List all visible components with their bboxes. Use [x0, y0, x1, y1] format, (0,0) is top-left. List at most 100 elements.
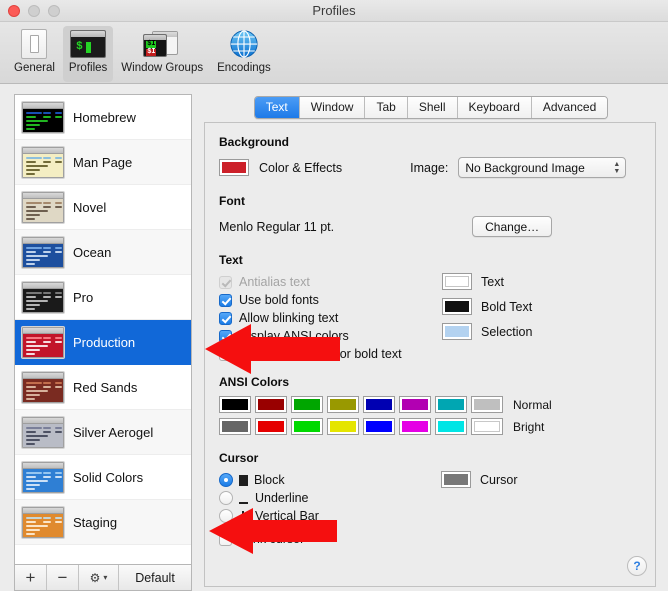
profile-row[interactable]: Novel — [15, 185, 191, 230]
ansi-color-swatch[interactable] — [435, 418, 467, 435]
profile-list[interactable]: Homebrew Man Page Novel Ocean Pro Production R… — [14, 94, 192, 564]
background-image-value: No Background Image — [465, 160, 585, 175]
toolbar-label-window-groups: Window Groups — [121, 62, 204, 74]
profile-row[interactable]: Pro — [15, 275, 191, 320]
ansi-color-swatch[interactable] — [471, 396, 503, 413]
checkbox-icon[interactable] — [219, 329, 232, 343]
help-button[interactable]: ? — [627, 556, 647, 576]
ansi-color-swatch[interactable] — [291, 396, 323, 413]
ansi-color-swatch[interactable] — [471, 418, 503, 435]
cursor-color-swatch[interactable] — [441, 471, 471, 488]
cursor-color-label: Cursor — [480, 472, 518, 487]
checkbox-icon[interactable] — [219, 532, 232, 546]
remove-profile-button[interactable]: − — [47, 565, 79, 590]
tab-text[interactable]: Text — [254, 97, 300, 118]
ansi-color-swatch[interactable] — [255, 418, 287, 435]
profile-name: Silver Aerogel — [73, 424, 154, 440]
tab-advanced[interactable]: Advanced — [531, 97, 608, 118]
ansi-color-swatch[interactable] — [255, 396, 287, 413]
gear-icon: ⚙ — [89, 570, 101, 585]
tab-shell[interactable]: Shell — [407, 97, 458, 118]
text-option-row[interactable]: Allow blinking text — [219, 311, 434, 325]
profile-row[interactable]: Solid Colors — [15, 455, 191, 500]
cursor-style-row[interactable]: Vertical Bar — [219, 509, 419, 523]
tab-window[interactable]: Window — [299, 97, 366, 118]
profile-row[interactable]: Red Sands — [15, 365, 191, 410]
text-option-row[interactable]: Use bright colors for bold text — [219, 347, 434, 361]
checkbox-icon[interactable] — [219, 347, 232, 361]
title-bar: Profiles — [0, 0, 668, 22]
text-option-row[interactable]: Display ANSI colors — [219, 329, 434, 343]
checkbox-icon[interactable] — [219, 293, 232, 307]
text-section-title: Text — [219, 253, 243, 267]
radio-button-icon[interactable] — [219, 473, 233, 487]
window-title: Profiles — [312, 3, 356, 18]
color-swatch[interactable] — [442, 323, 472, 340]
background-color-label: Color & Effects — [259, 160, 343, 175]
profile-row[interactable]: Silver Aerogel — [15, 410, 191, 455]
ansi-color-swatch[interactable] — [435, 396, 467, 413]
cursor-style-row[interactable]: Underline — [219, 491, 419, 505]
ansi-color-swatch[interactable] — [291, 418, 323, 435]
color-swatch-label: Bold Text — [481, 299, 533, 314]
profile-detail-pane: Text Window Tab Shell Keyboard Advanced Backg… — [204, 94, 658, 591]
profile-thumbnail — [22, 281, 64, 313]
profile-row[interactable]: Man Page — [15, 140, 191, 185]
background-color-swatch[interactable] — [219, 159, 249, 176]
tab-keyboard[interactable]: Keyboard — [457, 97, 532, 118]
cursor-shape-icon — [239, 474, 248, 486]
profile-row[interactable]: Staging — [15, 500, 191, 545]
color-swatch-label: Selection — [481, 324, 533, 339]
blink-cursor-label: Blink cursor — [239, 532, 305, 546]
ansi-color-swatch[interactable] — [219, 418, 251, 435]
text-option-label: Allow blinking text — [239, 311, 339, 325]
text-color-group: Text Bold Text Selection — [442, 273, 532, 348]
toolbar-label-general: General — [14, 62, 55, 74]
toolbar-item-encodings[interactable]: Encodings — [211, 26, 277, 74]
add-profile-button[interactable]: + — [15, 565, 47, 590]
profile-thumbnail — [22, 326, 64, 358]
ansi-color-swatch[interactable] — [327, 418, 359, 435]
toolbar-item-window-groups[interactable]: $I $I$I Window Groups — [115, 26, 209, 74]
preferences-body: Homebrew Man Page Novel Ocean Pro Production R… — [0, 84, 668, 591]
checkbox-icon[interactable] — [219, 311, 232, 325]
ansi-color-swatch[interactable] — [363, 396, 395, 413]
cursor-style-label: Block — [254, 473, 285, 487]
ansi-color-swatch[interactable] — [399, 396, 431, 413]
profile-thumbnail — [22, 101, 64, 133]
profile-actions-menu-button[interactable]: ⚙ ▾ — [79, 565, 119, 590]
change-font-button[interactable]: Change… — [472, 216, 553, 237]
toolbar-item-general[interactable]: General — [8, 26, 61, 74]
cursor-style-label: Vertical Bar — [255, 509, 319, 523]
ansi-color-swatch[interactable] — [399, 418, 431, 435]
radio-button-icon[interactable] — [219, 509, 233, 523]
profile-row[interactable]: Homebrew — [15, 95, 191, 140]
profile-list-toolbar: + − ⚙ ▾ Default — [14, 564, 192, 591]
checkbox-icon[interactable] — [219, 275, 232, 289]
cursor-style-row[interactable]: Block — [219, 473, 419, 487]
ansi-color-swatch[interactable] — [219, 396, 251, 413]
color-swatch[interactable] — [442, 298, 472, 315]
ansi-color-swatch[interactable] — [327, 396, 359, 413]
cursor-color-item: Cursor — [441, 471, 518, 488]
ansi-row-label: Normal — [513, 397, 552, 412]
ansi-color-grid: Normal Bright — [219, 396, 641, 435]
toolbar-item-profiles[interactable]: $ Profiles — [62, 26, 114, 82]
general-icon — [21, 28, 48, 60]
toolbar-label-encodings: Encodings — [217, 62, 271, 74]
cursor-style-group: Block Underline Vertical Bar Blink cursor — [219, 469, 419, 546]
blink-cursor-row[interactable]: Blink cursor — [219, 532, 419, 546]
set-default-profile-button[interactable]: Default — [119, 565, 191, 590]
text-option-label: Display ANSI colors — [239, 329, 349, 343]
background-image-popup[interactable]: No Background Image ▲ ▼ — [458, 157, 627, 178]
ansi-color-swatch[interactable] — [363, 418, 395, 435]
profiles-preferences-window: Profiles General $ Profiles $I $I$I Wind… — [0, 0, 668, 591]
radio-button-icon[interactable] — [219, 491, 233, 505]
profile-row[interactable]: Production — [15, 320, 191, 365]
tab-tab[interactable]: Tab — [365, 97, 408, 118]
font-value-label: Menlo Regular 11 pt. — [219, 219, 335, 234]
color-swatch[interactable] — [442, 273, 472, 290]
text-option-row[interactable]: Use bold fonts — [219, 293, 434, 307]
text-option-row[interactable]: Antialias text — [219, 275, 434, 289]
profile-row[interactable]: Ocean — [15, 230, 191, 275]
